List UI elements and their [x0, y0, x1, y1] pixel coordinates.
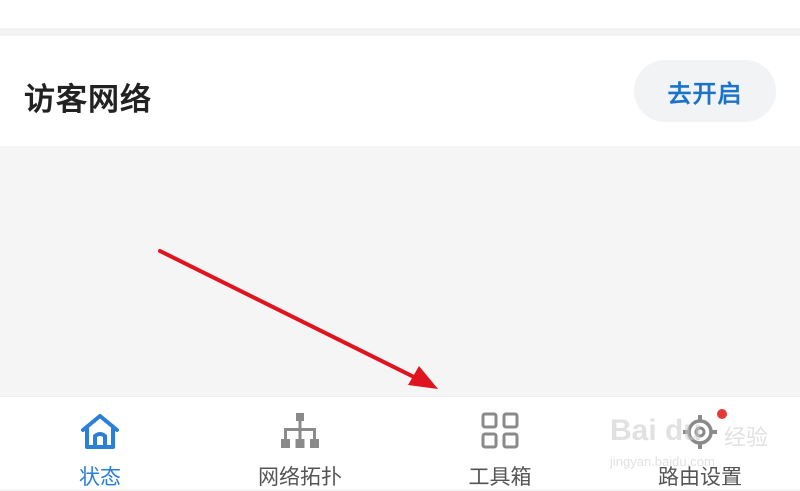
- tab-label-status: 状态: [79, 465, 121, 489]
- section-divider: [0, 28, 800, 36]
- tab-router-settings[interactable]: 路由设置: [600, 397, 800, 489]
- tab-status[interactable]: 状态: [0, 397, 200, 489]
- content-area: [0, 146, 800, 396]
- notification-badge-dot: [717, 409, 727, 419]
- network-topology-icon: [281, 413, 319, 448]
- tab-label-router-settings: 路由设置: [658, 465, 742, 489]
- guest-network-card: 访客网络 去开启: [0, 36, 800, 146]
- bottom-tab-bar: 状态 网络拓扑 工具箱 路由设置: [0, 396, 800, 489]
- tab-label-toolbox: 工具箱: [468, 465, 532, 489]
- toolbox-grid-icon: [481, 412, 519, 449]
- home-icon: [81, 414, 119, 449]
- router-settings-gear-icon: [683, 415, 717, 449]
- tab-label-network-topology: 网络拓扑: [258, 465, 342, 489]
- tab-network-topology[interactable]: 网络拓扑: [200, 397, 400, 489]
- enable-guest-network-button[interactable]: 去开启: [634, 60, 776, 122]
- top-card-remnant: [0, 0, 800, 28]
- tab-toolbox[interactable]: 工具箱: [400, 397, 600, 489]
- guest-network-title: 访客网络: [24, 82, 152, 118]
